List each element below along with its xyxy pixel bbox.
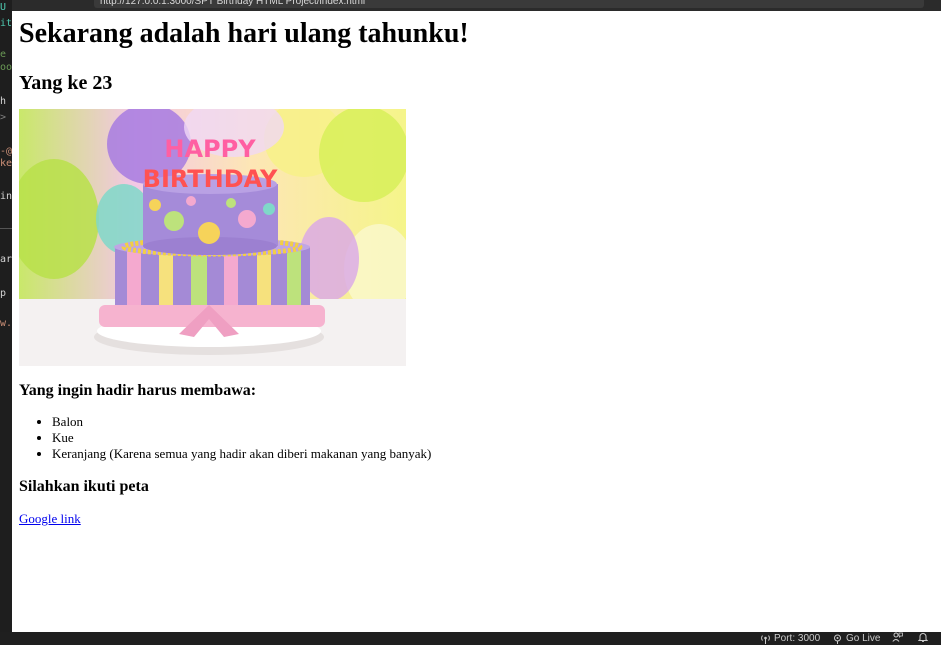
code-fragment: oo: [0, 62, 12, 73]
bell-icon: [918, 633, 928, 642]
go-live-button[interactable]: Go Live: [832, 632, 880, 645]
antenna-icon: [834, 634, 841, 644]
google-map-link[interactable]: Google link: [19, 511, 81, 527]
map-heading: Silahkan ikuti peta: [19, 478, 149, 495]
cake-birthday-text: BIRTHDAY: [143, 165, 278, 193]
browser-toolbar: http://127.0.0.1:3000/SPT Birthday HTML …: [12, 0, 941, 11]
address-bar[interactable]: http://127.0.0.1:3000/SPT Birthday HTML …: [94, 0, 924, 8]
code-fragment: -@: [0, 146, 12, 157]
port-label: Port: 3000: [774, 633, 821, 644]
list-item: Balon: [52, 414, 919, 430]
page-subtitle: Yang ke 23: [19, 72, 113, 94]
page-title: Sekarang adalah hari ulang tahunku!: [19, 18, 469, 49]
code-fragment: in: [0, 191, 12, 202]
code-fragment: h: [0, 96, 7, 107]
code-fragment: ar: [0, 254, 12, 265]
code-fragment: U: [0, 2, 7, 13]
port-status[interactable]: Port: 3000: [760, 632, 820, 645]
code-fragment: >: [0, 112, 7, 123]
notifications-button[interactable]: [918, 632, 928, 642]
editor-strip: U it e oo h > -@ ke in ar p w.: [0, 0, 12, 632]
cake-happy-text: HAPPY: [164, 135, 256, 163]
code-fragment: e: [0, 49, 7, 60]
page-content: Sekarang adalah hari ulang tahunku! Yang…: [19, 11, 919, 527]
feedback-button[interactable]: [892, 632, 903, 642]
code-fragment: p: [0, 288, 7, 299]
go-live-label: Go Live: [846, 633, 881, 644]
bring-list: Balon Kue Keranjang (Karena semua yang h…: [19, 414, 919, 462]
list-item: Keranjang (Karena semua yang hadir akan …: [52, 446, 919, 462]
person-feedback-icon: [892, 632, 903, 642]
code-fragment: it: [0, 18, 12, 29]
code-fragment: ke: [0, 158, 12, 169]
code-fragment: w.: [0, 318, 12, 329]
broadcast-icon: [761, 634, 770, 644]
cake-illustration: HAPPY BIRTHDAY: [19, 109, 406, 366]
editor-divider: [0, 228, 12, 229]
birthday-cake-image: HAPPY BIRTHDAY: [19, 109, 406, 366]
status-bar: Port: 3000 Go Live: [0, 632, 941, 645]
browser-viewport: Sekarang adalah hari ulang tahunku! Yang…: [12, 11, 941, 632]
bring-heading: Yang ingin hadir harus membawa:: [19, 382, 257, 399]
list-item: Kue: [52, 430, 919, 446]
